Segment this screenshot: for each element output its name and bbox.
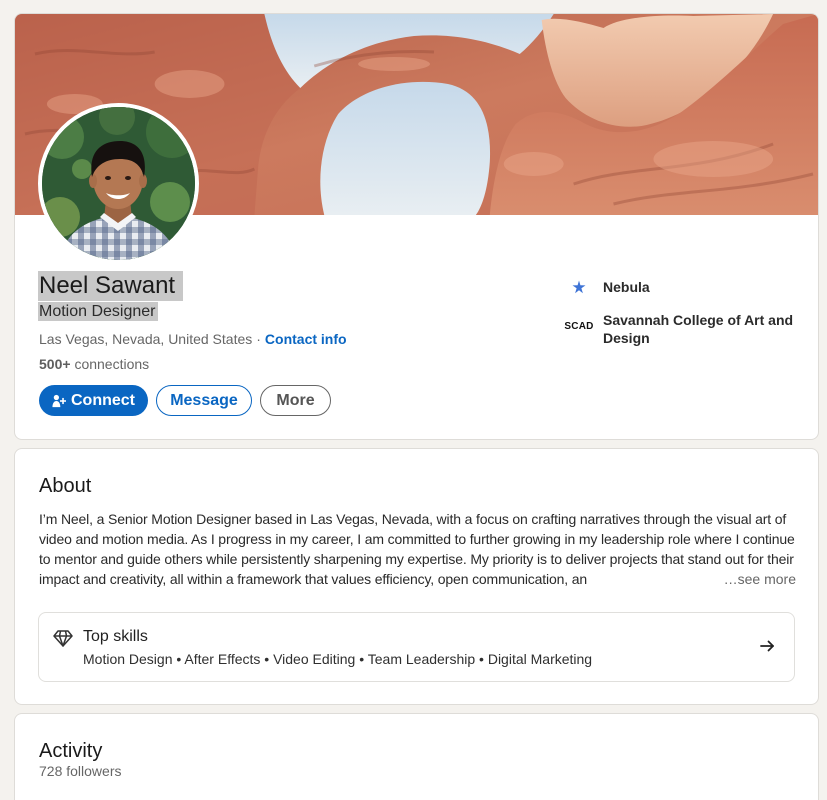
about-text: I’m Neel, a Senior Motion Designer based… [39, 511, 795, 587]
see-more-button[interactable]: …see more [697, 569, 796, 589]
current-company-link[interactable]: Nebula [563, 278, 650, 296]
arrow-right-icon[interactable] [759, 638, 775, 654]
location-separator: · [256, 331, 261, 347]
profile-name: Neel Sawant [38, 271, 184, 301]
nebula-star-icon [563, 278, 595, 296]
connections-number: 500+ [39, 356, 71, 372]
profile-top-card: Neel Sawant Motion Designer Las Vegas, N… [14, 13, 819, 440]
education-link[interactable]: SCAD Savannah College of Art and Design [563, 311, 803, 347]
top-skills-title: Top skills [83, 628, 148, 645]
more-actions-button[interactable]: More [260, 385, 331, 416]
profile-headline: Motion Designer [38, 302, 158, 321]
profile-location: Las Vegas, Nevada, United States [39, 331, 253, 347]
profile-name-row: Neel Sawant [38, 271, 184, 301]
top-skills-box[interactable]: Top skills Motion Design • After Effects… [38, 612, 795, 682]
profile-actions: Connect Message More [39, 385, 331, 416]
connections-count: 500+ connections [39, 355, 149, 373]
about-card: About I’m Neel, a Senior Motion Designer… [14, 448, 819, 705]
connect-button[interactable]: Connect [39, 385, 148, 416]
activity-title: Activity [39, 740, 103, 762]
scad-logo-text: SCAD [564, 320, 594, 332]
message-button[interactable]: Message [156, 385, 252, 416]
contact-info-link[interactable]: Contact info [265, 331, 347, 347]
connections-label: connections [74, 356, 150, 372]
followers-count: 728 followers [39, 763, 122, 779]
about-title: About [39, 475, 92, 497]
scad-logo: SCAD [563, 317, 595, 335]
diamond-icon [53, 628, 73, 648]
person-add-icon [52, 394, 66, 407]
about-text-container: I’m Neel, a Senior Motion Designer based… [39, 509, 796, 589]
profile-headline-row: Motion Designer [38, 302, 158, 321]
connect-button-label: Connect [71, 391, 135, 409]
school-name: Savannah College of Art and Design [603, 312, 794, 346]
location-line: Las Vegas, Nevada, United States · Contact… [39, 330, 347, 348]
profile-photo[interactable] [38, 103, 199, 264]
company-name: Nebula [603, 279, 650, 295]
profile-photo-image [42, 107, 195, 260]
activity-card: Activity 728 followers [14, 713, 819, 800]
top-skills-list: Motion Design • After Effects • Video Ed… [83, 651, 593, 667]
